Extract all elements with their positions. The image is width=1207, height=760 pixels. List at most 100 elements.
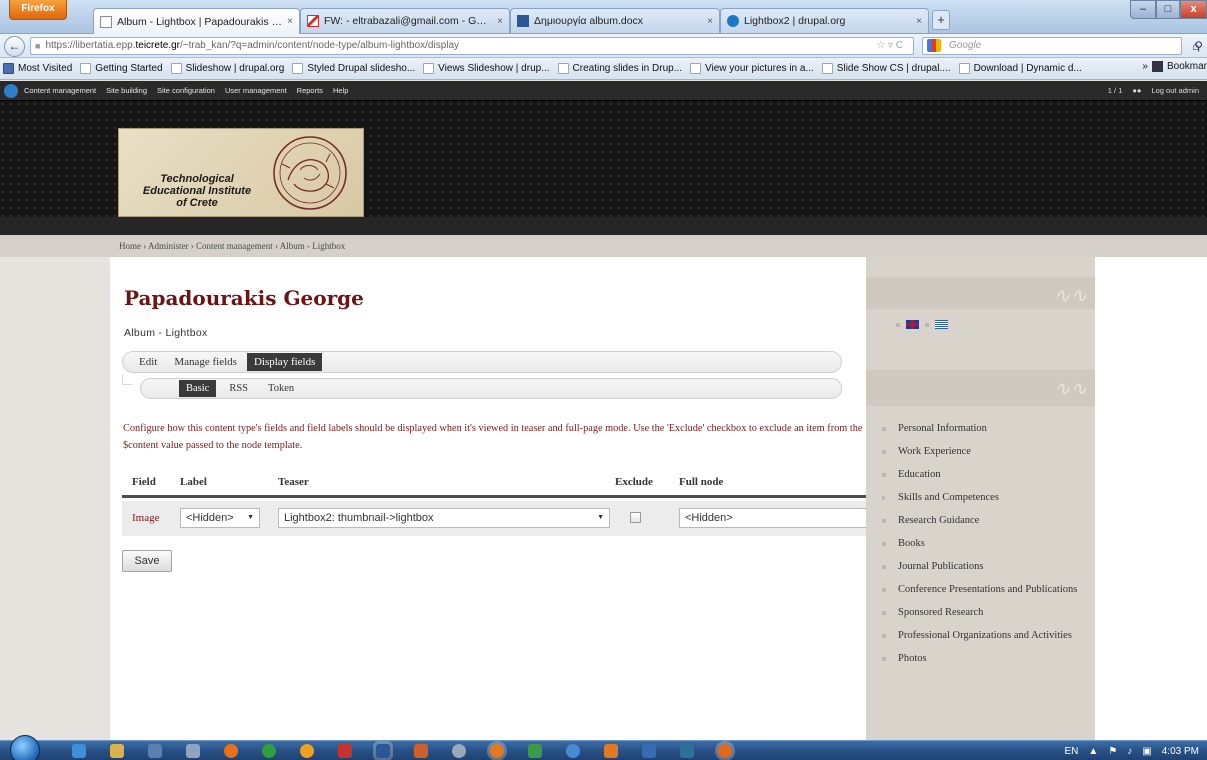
bookmark-view-pictures[interactable]: View your pictures in a... xyxy=(690,63,814,74)
sidebar-item-journal-publications[interactable]: Journal Publications xyxy=(880,559,1080,575)
sidebar-item-books[interactable]: Books xyxy=(880,536,1080,552)
app-icon[interactable] xyxy=(528,744,542,758)
tab-basic[interactable]: Basic xyxy=(179,380,217,397)
network-icon[interactable]: ▣ xyxy=(1142,746,1151,757)
back-button[interactable]: ← xyxy=(4,36,25,57)
explorer-icon[interactable] xyxy=(110,744,124,758)
search-input[interactable]: Google ⚲ xyxy=(922,37,1203,55)
folder-icon xyxy=(3,63,14,74)
drupal-icon[interactable] xyxy=(4,83,18,98)
app-icon[interactable] xyxy=(680,744,694,758)
app-icon[interactable] xyxy=(224,744,238,758)
tab-word-document[interactable]: Δημιουργία album.docx × xyxy=(510,8,720,33)
word-icon xyxy=(517,15,529,27)
flag-icon[interactable]: ⚑ xyxy=(1108,746,1117,757)
chevron-down-icon: ▼ xyxy=(247,514,254,521)
tab-title: Lightbox2 | drupal.org xyxy=(744,15,846,27)
app-icon[interactable] xyxy=(300,744,314,758)
chrome-icon[interactable] xyxy=(262,744,276,758)
maximize-button[interactable]: □ xyxy=(1156,0,1180,19)
save-button[interactable]: Save xyxy=(122,550,172,572)
clock[interactable]: 4:03 PM xyxy=(1162,746,1199,757)
home-icon[interactable]: ⌂ xyxy=(1192,39,1199,53)
page-icon xyxy=(292,63,304,74)
app-icon[interactable] xyxy=(338,744,352,758)
tab-manage-fields[interactable]: Manage fields xyxy=(167,353,244,371)
admin-menu-site-building[interactable]: Site building xyxy=(106,86,147,95)
sidebar-item-professional-organizations[interactable]: Professional Organizations and Activitie… xyxy=(880,628,1080,644)
bookmark-slide-show-cs[interactable]: Slide Show CS | drupal.... xyxy=(821,63,951,74)
tool-icon[interactable] xyxy=(148,744,162,758)
page-icon xyxy=(80,63,92,74)
sidebar-item-personal-information[interactable]: Personal Information xyxy=(880,421,1080,437)
exclude-checkbox[interactable] xyxy=(630,512,641,523)
ie-icon[interactable] xyxy=(72,744,86,758)
tab-rss[interactable]: RSS xyxy=(222,380,255,397)
teaser-select[interactable]: Lightbox2: thumbnail->lightbox ▼ xyxy=(278,508,610,528)
firefox-icon[interactable] xyxy=(718,744,732,758)
language-indicator[interactable]: EN xyxy=(1065,746,1079,757)
firefox-menu-button[interactable]: Firefox xyxy=(9,0,67,20)
bookmarks-menu-button[interactable]: » Bookmar xyxy=(1142,61,1207,72)
sidebar-item-photos[interactable]: Photos xyxy=(880,651,1080,667)
tab-gmail[interactable]: FW: - eltrabazali@gmail.com - Gmail × xyxy=(300,8,510,33)
calculator-icon[interactable] xyxy=(186,744,200,758)
close-icon[interactable]: × xyxy=(497,16,503,27)
minimize-button[interactable]: – xyxy=(1130,0,1156,19)
tab-token[interactable]: Token xyxy=(261,380,301,397)
app-icon[interactable] xyxy=(604,744,618,758)
bookmark-most-visited[interactable]: Most Visited xyxy=(3,63,72,74)
table-header: Field Label Teaser Exclude Full node xyxy=(122,470,866,498)
bookmark-creating-slides[interactable]: Creating slides in Drup... xyxy=(557,63,682,74)
close-window-button[interactable]: x xyxy=(1180,0,1207,19)
app-icon[interactable] xyxy=(642,744,656,758)
breadcrumb-bar: Home › Administer › Content management ›… xyxy=(0,235,1207,257)
close-icon[interactable]: × xyxy=(916,16,922,27)
close-icon[interactable]: × xyxy=(287,16,293,27)
paint-icon[interactable] xyxy=(414,744,428,758)
chevron-up-icon[interactable]: ▲ xyxy=(1088,746,1098,757)
admin-menu-reports[interactable]: Reports xyxy=(297,86,323,95)
sidebar-item-conference-presentations[interactable]: Conference Presentations and Publication… xyxy=(880,582,1080,598)
uk-flag-icon[interactable] xyxy=(906,320,919,329)
word-icon[interactable] xyxy=(376,744,390,758)
chevron-right-icon: » xyxy=(1142,61,1148,72)
sidebar-item-skills[interactable]: Skills and Competences xyxy=(880,490,1080,506)
site-logo[interactable]: Technological Educational Institute of C… xyxy=(118,128,364,217)
full-node-select[interactable]: <Hidden> xyxy=(679,508,866,528)
bookmark-star-icon[interactable]: ☆ ▿ C xyxy=(876,38,903,54)
sidebar-item-research-guidance[interactable]: Research Guidance xyxy=(880,513,1080,529)
tab-display-fields[interactable]: Display fields xyxy=(246,353,323,371)
tab-title: Album - Lightbox | Papadourakis Geo... xyxy=(117,15,284,28)
bookmark-styled-slideshow[interactable]: Styled Drupal slidesho... xyxy=(292,63,415,74)
header-full-node: Full node xyxy=(679,476,724,488)
close-icon[interactable]: × xyxy=(707,16,713,27)
new-tab-button[interactable]: + xyxy=(932,10,950,30)
system-tray: EN ▲ ⚑ ♪ ▣ 4:03 PM xyxy=(1055,741,1199,760)
firefox-icon[interactable] xyxy=(490,744,504,758)
tab-lightbox2-drupal[interactable]: Lightbox2 | drupal.org × xyxy=(720,8,929,33)
bookmark-download-dynamic[interactable]: Download | Dynamic d... xyxy=(958,63,1082,74)
admin-menu-content-management[interactable]: Content management xyxy=(24,86,96,95)
sidebar-item-education[interactable]: Education xyxy=(880,467,1080,483)
app-icon[interactable] xyxy=(452,744,466,758)
url-bar[interactable]: ■ https://libertatia.epp. teicrete.gr/~tr… xyxy=(30,37,914,55)
admin-menu-help[interactable]: Help xyxy=(333,86,348,95)
admin-menu-site-configuration[interactable]: Site configuration xyxy=(157,86,215,95)
start-button[interactable] xyxy=(10,735,40,760)
bookmark-getting-started[interactable]: Getting Started xyxy=(80,63,163,74)
tab-edit[interactable]: Edit xyxy=(132,353,164,371)
bookmark-slideshow[interactable]: Slideshow | drupal.org xyxy=(170,63,284,74)
label-select[interactable]: <Hidden> ▼ xyxy=(180,508,260,528)
breadcrumb[interactable]: Home › Administer › Content management ›… xyxy=(119,241,345,251)
sidebar-item-work-experience[interactable]: Work Experience xyxy=(880,444,1080,460)
language-switcher xyxy=(896,320,954,329)
app-icon[interactable] xyxy=(566,744,580,758)
tab-album-lightbox[interactable]: Album - Lightbox | Papadourakis Geo... × xyxy=(93,8,300,34)
bookmark-views-slideshow[interactable]: Views Slideshow | drup... xyxy=(423,63,550,74)
logout-link[interactable]: Log out admin xyxy=(1151,86,1199,95)
volume-icon[interactable]: ♪ xyxy=(1127,746,1132,757)
admin-menu-user-management[interactable]: User management xyxy=(225,86,287,95)
greek-flag-icon[interactable] xyxy=(935,320,948,329)
sidebar-item-sponsored-research[interactable]: Sponsored Research xyxy=(880,605,1080,621)
